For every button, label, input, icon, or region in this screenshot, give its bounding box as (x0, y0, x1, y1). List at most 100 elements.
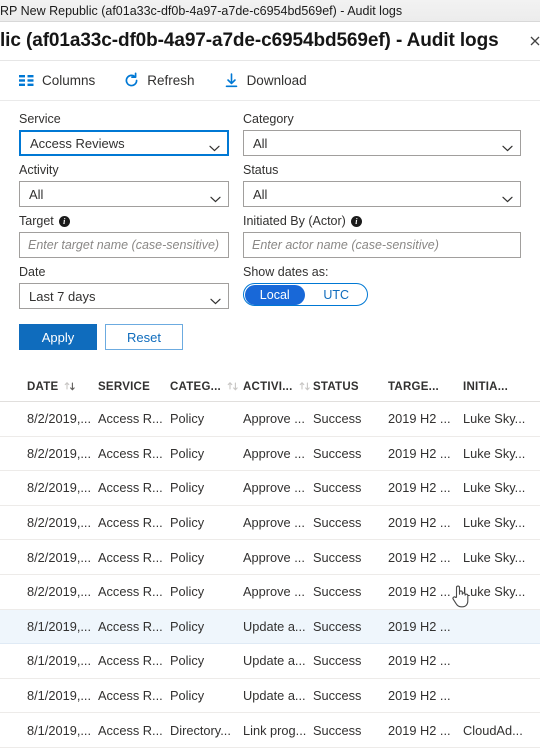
toggle-option-local[interactable]: Local (245, 284, 305, 305)
cell-service: Access R... (98, 549, 163, 565)
cell-initiated-by: Luke Sky... (463, 480, 526, 496)
service-label: Service (19, 112, 61, 126)
cell-status: Success (313, 688, 362, 704)
column-header-activity[interactable]: ACTIVI... (243, 381, 313, 393)
service-select[interactable]: Access Reviews (19, 130, 229, 156)
sort-icon (64, 381, 76, 392)
column-header-status[interactable]: STATUS (313, 381, 388, 393)
info-icon[interactable]: i (350, 216, 362, 227)
cell-activity: Link prog... (243, 722, 307, 738)
chevron-down-icon (502, 140, 513, 151)
date-select[interactable]: Last 7 days (19, 283, 229, 309)
download-button[interactable]: Download (219, 68, 319, 93)
column-header-status-label: STATUS (313, 380, 359, 393)
field-service: Service Access Reviews (19, 111, 229, 156)
service-select-value: Access Reviews (30, 135, 125, 151)
reset-button[interactable]: Reset (105, 324, 183, 350)
cell-target: 2019 H2 ... (388, 688, 451, 704)
cell-status: Success (313, 515, 362, 531)
cell-category: Policy (170, 480, 205, 496)
columns-icon (18, 72, 35, 89)
cell-date: 8/2/2019,... (27, 480, 92, 496)
column-header-date[interactable]: DATE (27, 381, 98, 393)
cell-target: 2019 H2 ... (388, 515, 451, 531)
cell-activity: Approve ... (243, 411, 305, 427)
cell-service: Access R... (98, 653, 163, 669)
chevron-down-icon (210, 191, 221, 202)
column-header-target[interactable]: TARGE... (388, 381, 463, 393)
cell-activity: Update a... (243, 653, 306, 669)
cell-status: Success (313, 653, 362, 669)
table-row[interactable]: 8/1/2019,... Access R... Policy Update a...… (0, 609, 540, 645)
cell-target: 2019 H2 ... (388, 411, 451, 427)
apply-button[interactable]: Apply (19, 324, 97, 350)
status-select[interactable]: All (243, 181, 521, 207)
initiated-by-label: Initiated By (Actor) i (243, 213, 521, 230)
toggle-option-utc[interactable]: UTC (307, 285, 367, 305)
category-select-value: All (253, 135, 268, 151)
initiated-by-input[interactable]: Enter actor name (case-sensitive) (243, 232, 521, 258)
cell-activity: Approve ... (243, 445, 305, 461)
cell-category: Directory... (170, 722, 231, 738)
table-row[interactable]: 8/1/2019,... Access R... Policy Update a...… (0, 679, 540, 714)
cell-target: 2019 H2 ... (388, 722, 451, 738)
cell-status: Success (313, 722, 362, 738)
table-row[interactable]: 8/2/2019,... Access R... Policy Approve ...… (0, 437, 540, 472)
cell-status: Success (313, 549, 362, 565)
column-header-target-label: TARGE... (388, 380, 439, 393)
cell-date: 8/2/2019,... (27, 411, 92, 427)
target-label: Target i (19, 213, 229, 230)
activity-select-value: All (29, 186, 44, 202)
cell-date: 8/2/2019,... (27, 549, 92, 565)
columns-button[interactable]: Columns (14, 68, 107, 93)
cell-initiated-by: Luke Sky... (463, 549, 526, 565)
refresh-button-label: Refresh (147, 73, 195, 88)
page-title: lic (af01a33c-df0b-4a97-a7de-c6954bd569e… (0, 30, 499, 51)
status-label: Status (243, 163, 279, 177)
column-header-activity-label: ACTIVI... (243, 380, 293, 393)
column-header-category-label: CATEG... (170, 380, 221, 393)
column-header-service[interactable]: SERVICE (98, 381, 170, 393)
cell-date: 8/2/2019,... (27, 445, 92, 461)
cell-category: Policy (170, 411, 205, 427)
column-header-category[interactable]: CATEG... (170, 381, 243, 393)
column-header-initiated-by[interactable]: INITIA... (463, 381, 540, 393)
cell-date: 8/1/2019,... (27, 653, 92, 669)
cell-status: Success (313, 480, 362, 496)
cell-initiated-by: CloudAd... (463, 722, 523, 738)
chevron-down-icon (209, 140, 220, 151)
cell-category: Policy (170, 618, 205, 634)
cell-date: 8/1/2019,... (27, 722, 92, 738)
cell-service: Access R... (98, 480, 163, 496)
table-row[interactable]: 8/2/2019,... Access R... Policy Approve ...… (0, 506, 540, 541)
cell-activity: Update a... (243, 688, 306, 704)
cell-category: Policy (170, 515, 205, 531)
cell-category: Policy (170, 688, 205, 704)
close-icon[interactable] (526, 32, 540, 50)
target-input[interactable]: Enter target name (case-sensitive) (19, 232, 229, 258)
info-icon[interactable]: i (58, 216, 70, 227)
activity-select[interactable]: All (19, 181, 229, 207)
cell-initiated-by: Luke Sky... (463, 411, 526, 427)
category-select[interactable]: All (243, 130, 521, 156)
table-row[interactable]: 8/1/2019,... Access R... Policy Update a...… (0, 644, 540, 679)
date-label: Date (19, 265, 46, 279)
table-row[interactable]: 8/2/2019,... Access R... Policy Approve ...… (0, 471, 540, 506)
cell-service: Access R... (98, 411, 163, 427)
show-dates-as-toggle[interactable]: Local UTC (243, 283, 368, 306)
cell-activity: Approve ... (243, 480, 305, 496)
cell-activity: Update a... (243, 618, 306, 634)
table-row[interactable]: 8/2/2019,... Access R... Policy Approve ...… (0, 402, 540, 437)
chevron-down-icon (502, 191, 513, 202)
table-row[interactable]: 8/2/2019,... Access R... Policy Approve ...… (0, 575, 540, 610)
refresh-button[interactable]: Refresh (119, 68, 206, 93)
cell-date: 8/1/2019,... (27, 618, 92, 634)
table-row[interactable]: 8/1/2019,... Access R... Directory... Link … (0, 713, 540, 748)
column-header-service-label: SERVICE (98, 380, 151, 393)
category-label: Category (243, 112, 294, 126)
table-row[interactable]: 8/2/2019,... Access R... Policy Approve ...… (0, 540, 540, 575)
sort-icon (227, 381, 239, 392)
field-show-dates-as: Show dates as: Local UTC (243, 264, 521, 309)
browser-title-text: RP New Republic (af01a33c-df0b-4a97-a7de… (0, 3, 403, 18)
cell-service: Access R... (98, 688, 163, 704)
